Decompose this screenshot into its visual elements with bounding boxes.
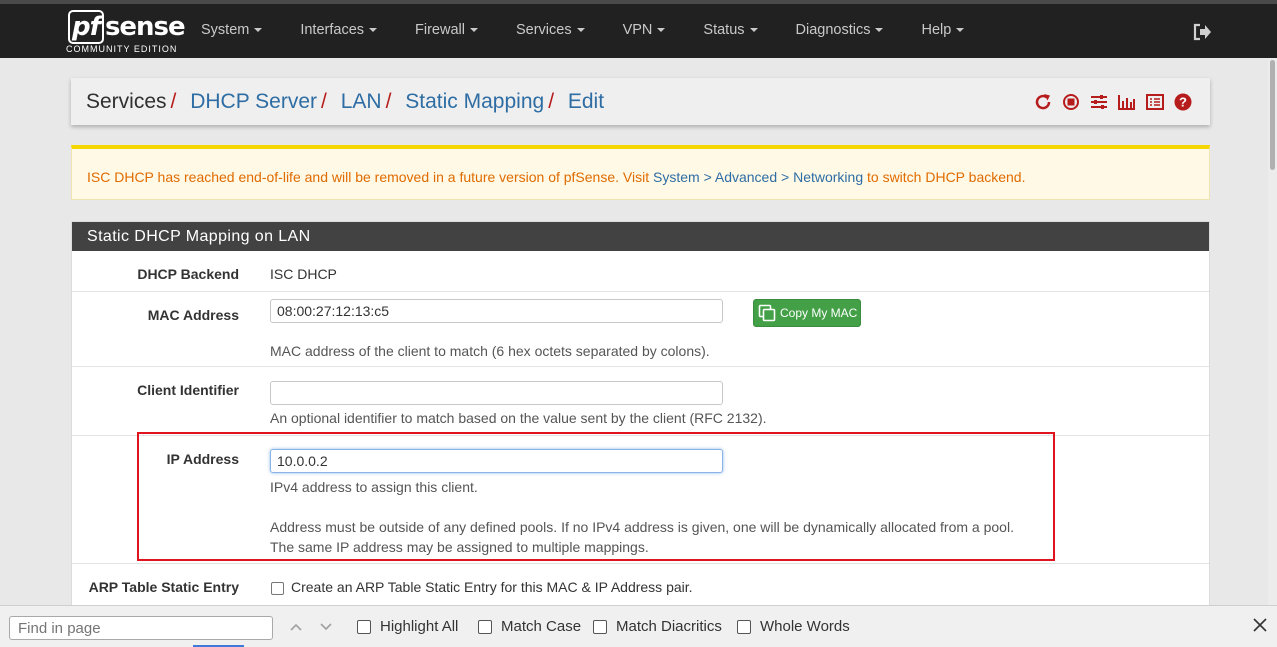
arp-static-entry-label: ARP Table Static Entry (88, 579, 239, 595)
client-identifier-help: An optional identifier to match based on… (270, 410, 767, 426)
breadcrumb-edit[interactable]: Edit (568, 90, 604, 113)
notice-networking-link[interactable]: System > Advanced > Networking (653, 169, 863, 185)
dhcp-backend-label: DHCP Backend (137, 266, 239, 282)
menu-status[interactable]: Status (684, 4, 776, 58)
breadcrumb-services: Services (86, 90, 167, 113)
checkbox-box (478, 619, 492, 634)
close-icon[interactable] (1252, 617, 1268, 633)
arp-static-entry-text: Create an ARP Table Static Entry for thi… (291, 579, 693, 595)
find-next-icon[interactable] (318, 619, 334, 635)
eol-warning-notice: ISC DHCP has reached end-of-life and wil… (71, 145, 1210, 200)
log-list-icon[interactable] (1144, 91, 1166, 113)
chevron-down-icon (749, 28, 758, 33)
whole-words-checkbox[interactable]: Whole Words (737, 618, 850, 635)
breadcrumb-dhcp-server[interactable]: DHCP Server (190, 90, 317, 113)
breadcrumb-lan[interactable]: LAN (341, 90, 382, 113)
scrollbar-thumb[interactable] (1270, 60, 1275, 170)
client-identifier-label: Client Identifier (137, 382, 239, 398)
static-mapping-panel: Static DHCP Mapping on LAN DHCP Backend … (71, 221, 1210, 621)
checkbox-box (737, 619, 751, 634)
logout-icon[interactable] (1192, 23, 1212, 41)
chevron-down-icon (369, 28, 378, 33)
help-icon[interactable]: ? (1172, 91, 1194, 113)
row-mac-address: MAC Address Copy My MAC MAC address of t… (72, 292, 1209, 367)
pfsense-logo[interactable]: pf sense COMMUNITY EDITION (66, 10, 186, 58)
client-identifier-input[interactable] (270, 381, 723, 405)
highlight-all-checkbox[interactable]: Highlight All (357, 618, 458, 635)
service-actions: ? (1032, 91, 1194, 113)
find-previous-icon[interactable] (288, 619, 304, 635)
logo-wordmark: pf sense (68, 10, 186, 44)
breadcrumb: Services / DHCP Server / LAN / Static Mappi… (86, 90, 605, 113)
menu-diagnostics[interactable]: Diagnostics (777, 4, 903, 58)
find-bar: Highlight All Match Case Match Diacritic… (0, 605, 1277, 647)
menu-interfaces[interactable]: Interfaces (281, 4, 396, 58)
arp-static-entry-checkbox[interactable] (271, 582, 284, 595)
find-in-page-input[interactable] (9, 616, 273, 640)
chevron-down-icon (254, 28, 263, 33)
chevron-down-icon (576, 28, 585, 33)
match-diacritics-checkbox[interactable]: Match Diacritics (593, 618, 722, 635)
row-client-identifier: Client Identifier An optional identifier… (72, 367, 1209, 436)
main-menu: System Interfaces Firewall Services VPN … (182, 4, 983, 58)
logo-edition: COMMUNITY EDITION (66, 44, 178, 54)
menu-services[interactable]: Services (497, 4, 604, 58)
highlight-box (137, 432, 1055, 561)
chevron-down-icon (657, 28, 666, 33)
copy-my-mac-label: Copy My MAC (780, 306, 858, 320)
top-navbar: pf sense COMMUNITY EDITION System Interfa… (0, 0, 1277, 58)
notice-text: ISC DHCP has reached end-of-life and wil… (87, 169, 1026, 185)
checkbox-box (593, 619, 607, 634)
menu-firewall[interactable]: Firewall (396, 4, 497, 58)
stop-service-icon[interactable] (1060, 91, 1082, 113)
chevron-down-icon (875, 28, 884, 33)
status-graph-icon[interactable] (1116, 91, 1138, 113)
panel-title: Static DHCP Mapping on LAN (72, 222, 1209, 251)
menu-vpn[interactable]: VPN (604, 4, 685, 58)
chevron-down-icon (469, 28, 478, 33)
mac-address-help: MAC address of the client to match (6 he… (270, 343, 710, 359)
row-dhcp-backend: DHCP Backend ISC DHCP (72, 251, 1209, 292)
menu-system[interactable]: System (182, 4, 281, 58)
chevron-down-icon (956, 28, 965, 33)
menu-help[interactable]: Help (902, 4, 983, 58)
svg-text:?: ? (1179, 95, 1187, 110)
breadcrumb-bar: Services / DHCP Server / LAN / Static Mappi… (71, 78, 1210, 125)
copy-icon (758, 304, 776, 322)
checkbox-box (357, 619, 371, 634)
copy-my-mac-button[interactable]: Copy My MAC (753, 299, 861, 327)
dhcp-backend-value: ISC DHCP (270, 266, 337, 282)
mac-address-label: MAC Address (147, 307, 239, 323)
restart-service-icon[interactable] (1032, 91, 1054, 113)
breadcrumb-static-mapping[interactable]: Static Mapping (405, 90, 544, 113)
settings-sliders-icon[interactable] (1088, 91, 1110, 113)
page-scrollbar[interactable] (1268, 58, 1277, 605)
match-case-checkbox[interactable]: Match Case (478, 618, 581, 635)
mac-address-input[interactable] (270, 299, 723, 323)
